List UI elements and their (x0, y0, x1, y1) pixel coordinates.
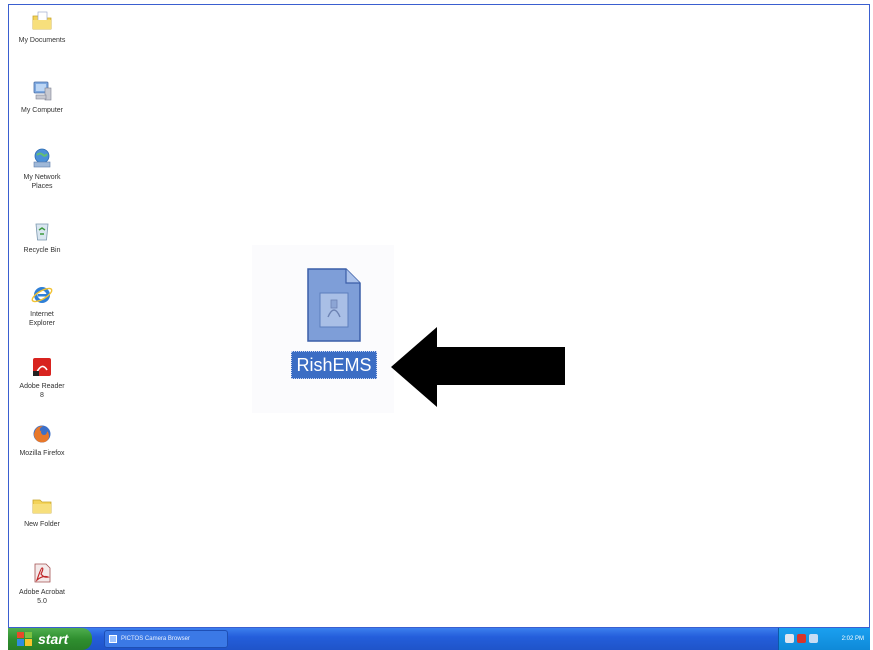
folder-icon (32, 499, 52, 514)
network-places-icon (33, 148, 51, 168)
desktop-icon-label: Mozilla Firefox (19, 450, 65, 457)
desktop-icon-new-folder[interactable]: New Folder (9, 493, 75, 529)
recycle-bin-icon (35, 223, 49, 241)
desktop-icon-mozilla-firefox[interactable]: Mozilla Firefox (9, 422, 75, 458)
screen: My Documents My Computer My Network Plac… (0, 0, 873, 650)
desktop-icon-rishems[interactable]: RishEMS (279, 267, 389, 379)
internet-explorer-icon (31, 287, 53, 303)
system-tray: 2:02 PM (778, 628, 870, 650)
desktop-icon-label: New Folder (24, 521, 60, 528)
folder-documents-icon (32, 11, 52, 30)
desktop-icon-my-documents[interactable]: My Documents (9, 9, 75, 45)
pointer-arrow-icon (391, 327, 565, 407)
desktop-icon-label: Adobe Reader 8 (19, 383, 65, 399)
desktop-icon-adobe-acrobat[interactable]: Adobe Acrobat 5.0 (9, 561, 75, 606)
desktop-icon-label: My Computer (20, 107, 63, 114)
desktop-icon-my-computer[interactable]: My Computer (9, 79, 75, 115)
app-window-icon (109, 635, 117, 643)
desktop-icon-label: Adobe Acrobat 5.0 (19, 589, 65, 605)
firefox-icon (33, 425, 51, 443)
windows-flag-icon (17, 632, 32, 646)
taskbar-item-label: PICTOS Camera Browser (121, 636, 190, 642)
network-icon[interactable] (809, 634, 818, 643)
desktop-icon-label: My Documents (18, 37, 66, 44)
desktop-icon-label: Recycle Bin (23, 247, 61, 254)
security-alert-icon[interactable] (797, 634, 806, 643)
desktop-icon-label: Internet Explorer (28, 311, 56, 327)
desktop-icon-adobe-reader[interactable]: Adobe Reader 8 (9, 355, 75, 400)
desktop-icon-internet-explorer[interactable]: Internet Explorer (9, 283, 75, 328)
desktop[interactable]: My Documents My Computer My Network Plac… (8, 4, 870, 628)
taskbar-item-camera-browser[interactable]: PICTOS Camera Browser (104, 630, 228, 648)
desktop-icon-recycle-bin[interactable]: Recycle Bin (9, 219, 75, 255)
selected-icon-label: RishEMS (291, 351, 377, 379)
volume-icon[interactable] (785, 634, 794, 643)
start-label: start (38, 631, 69, 647)
start-button[interactable]: start (8, 628, 92, 650)
adobe-acrobat-icon (34, 563, 51, 583)
taskbar: start PICTOS Camera Browser 2:02 PM (8, 628, 870, 650)
desktop-icon-my-network-places[interactable]: My Network Places (9, 146, 75, 191)
clock: 2:02 PM (841, 636, 864, 642)
adobe-reader-icon (33, 358, 51, 376)
computer-icon (33, 81, 52, 101)
desktop-icon-label: My Network Places (23, 174, 61, 190)
document-file-icon (307, 268, 361, 342)
